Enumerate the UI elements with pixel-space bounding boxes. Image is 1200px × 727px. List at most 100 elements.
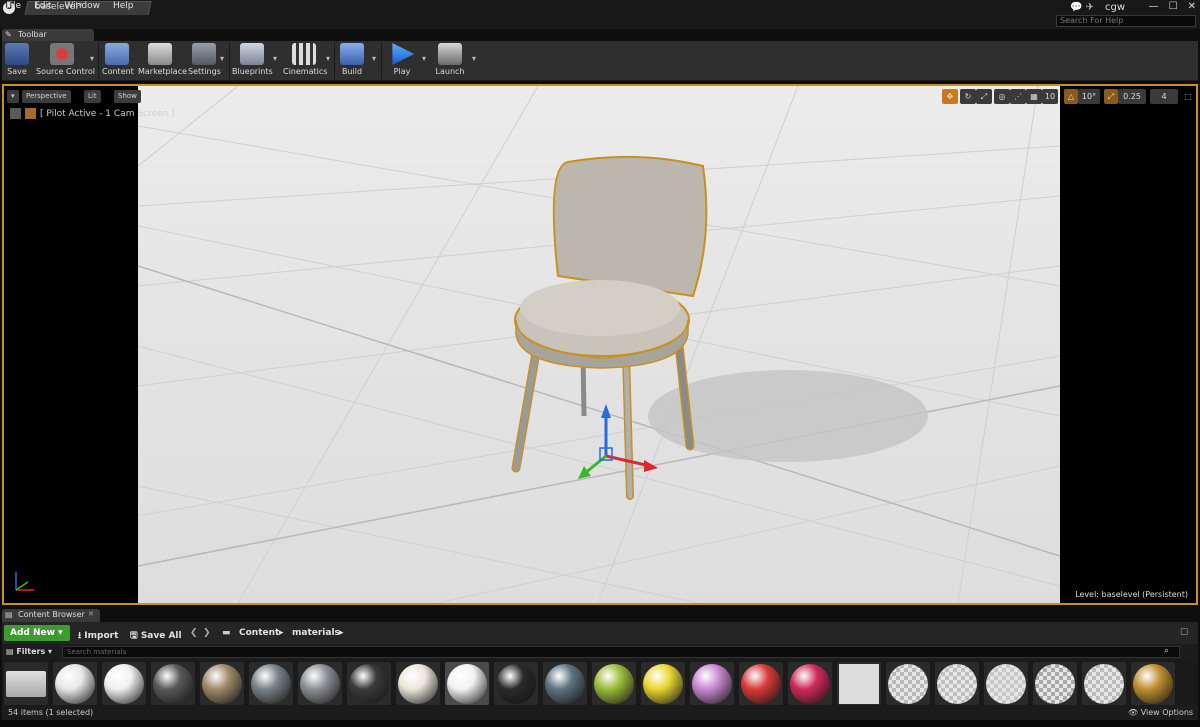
view-options-button[interactable]: 👁 View Options [1128,708,1193,717]
asset-tile[interactable] [739,662,783,705]
asset-tile[interactable] [151,662,195,705]
asset-tile[interactable] [690,662,734,705]
material-thumbnail [1133,663,1173,704]
show-button[interactable]: Show [114,90,141,103]
scale-mode-icon[interactable]: ⤢ [976,89,992,104]
asset-tile[interactable] [543,662,587,705]
path-dropdown-icon[interactable]: ▸ [339,628,344,638]
path-separator-icon: ▸ [279,628,284,638]
asset-tile[interactable] [984,662,1028,705]
bottom-strip [0,720,1200,727]
maximize-icon[interactable]: ☐ [1169,1,1178,12]
asset-tile[interactable] [641,662,685,705]
close-icon[interactable]: ✕ [1188,1,1196,12]
material-thumbnail [545,663,585,704]
asset-tile[interactable] [445,662,489,705]
asset-tile[interactable] [935,662,979,705]
asset-tile[interactable] [396,662,440,705]
camera-speed-value[interactable]: 4 [1150,89,1178,104]
asset-tile[interactable] [886,662,930,705]
maximize-viewport-icon[interactable]: ⬚ [1182,89,1194,104]
wrench-icon: ✎ [5,30,12,39]
level-viewport[interactable]: ▾ Perspective Lit Show [ Pilot Active - … [2,84,1198,605]
transform-gizmo[interactable] [578,404,658,479]
play-icon [392,43,414,65]
settings-dropdown-icon[interactable]: ▾ [220,54,224,63]
save-all-button[interactable]: 🖫 Save All [130,628,182,644]
material-thumbnail [888,663,928,704]
cinematics-button[interactable]: Cinematics [283,43,327,79]
rotation-snap-value[interactable]: 10° [1078,89,1100,104]
source-control-button[interactable]: Source Control [36,43,95,79]
launch-button[interactable]: Launch [434,43,466,79]
viewport-scene[interactable] [138,86,1060,603]
cinematics-dropdown-icon[interactable]: ▾ [326,54,330,63]
rotation-snap-icon[interactable]: △ [1064,89,1078,104]
asset-tile[interactable] [249,662,293,705]
build-button[interactable]: Build [338,43,366,79]
build-dropdown-icon[interactable]: ▾ [372,54,376,63]
asset-tile[interactable] [1082,662,1126,705]
menu-edit[interactable]: Edit [34,1,51,11]
add-new-button[interactable]: Add New ▾ [4,625,70,641]
content-button[interactable]: Content [102,43,134,79]
menu-file[interactable]: File [6,1,21,11]
status-bar [2,706,1198,720]
search-icon: ⌕ [1164,646,1170,656]
rotate-mode-icon[interactable]: ↻ [960,89,976,104]
eject-icon[interactable] [10,108,21,119]
scale-snap-icon[interactable]: ⤢ [1104,89,1118,104]
scene-drawing [138,86,1060,603]
material-thumbnail [986,663,1026,704]
minimize-icon[interactable]: — [1149,1,1159,12]
launch-dropdown-icon[interactable]: ▾ [472,54,476,63]
toolbar-tab[interactable] [2,29,94,41]
content-browser-close-icon[interactable]: ✕ [88,610,94,618]
grid-snap-icon[interactable]: ▦ [1026,89,1042,104]
marketplace-button[interactable]: Marketplace [138,43,187,79]
import-button[interactable]: ⭳ Import [78,628,118,644]
asset-tile[interactable] [1033,662,1077,705]
search-help-input[interactable]: Search For Help [1056,15,1196,27]
folder-tile[interactable] [4,662,48,705]
play-dropdown-icon[interactable]: ▾ [422,54,426,63]
search-materials-input[interactable]: Search materials [62,646,1180,658]
filters-button[interactable]: ▤ Filters ▾ [6,647,52,656]
path-materials[interactable]: materials [292,628,340,638]
asset-tile[interactable] [347,662,391,705]
world-local-icon[interactable]: ◎ [994,89,1010,104]
asset-tile[interactable] [592,662,636,705]
surface-snap-icon[interactable]: ⋰ [1010,89,1026,104]
play-button[interactable]: Play [386,43,418,79]
marketplace-icon [148,43,172,65]
lit-button[interactable]: Lit [84,90,101,103]
blueprints-dropdown-icon[interactable]: ▾ [273,54,277,63]
menu-help[interactable]: Help [113,1,134,11]
path-content[interactable]: Content [239,628,279,638]
blueprints-button[interactable]: Blueprints [232,43,273,79]
lock-icon[interactable]: ☐ [1180,628,1188,638]
filter-icon: ▤ [6,647,17,656]
perspective-button[interactable]: Perspective [22,90,71,103]
asset-tile[interactable] [53,662,97,705]
feedback-icon[interactable]: 💬 ✈ [1070,2,1094,13]
translate-mode-icon[interactable]: ✥ [942,89,958,104]
asset-tile[interactable] [298,662,342,705]
asset-tile[interactable] [102,662,146,705]
pilot-indicator: [ Pilot Active - 1 Cam Screen ] [10,108,175,119]
grid-snap-value[interactable]: 10 [1042,89,1058,104]
menu-window[interactable]: Window [65,1,101,11]
asset-tile[interactable] [494,662,538,705]
history-back-icon[interactable]: ❮ [190,628,198,638]
asset-tile[interactable] [788,662,832,705]
asset-tile[interactable] [837,662,881,705]
viewport-options-button[interactable]: ▾ [7,90,19,103]
asset-tile[interactable] [200,662,244,705]
scale-snap-value[interactable]: 0.25 [1118,89,1146,104]
history-forward-icon[interactable]: ❯ [203,628,211,638]
settings-button[interactable]: Settings [188,43,221,79]
asset-tile[interactable] [1131,662,1175,705]
source-control-icon [50,43,74,65]
save-button[interactable]: Save [4,43,30,79]
source-control-dropdown-icon[interactable]: ▾ [90,54,94,63]
